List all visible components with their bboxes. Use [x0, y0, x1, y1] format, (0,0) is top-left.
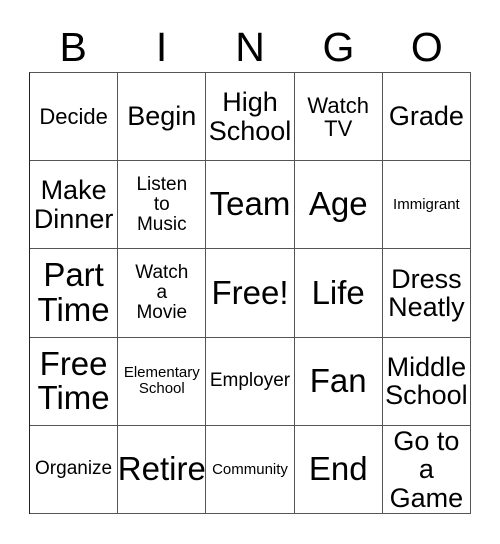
- bingo-cell-r5c3[interactable]: Community: [206, 425, 295, 514]
- bingo-cell-r4c1[interactable]: Free Time: [30, 337, 119, 426]
- bingo-cell-r3c2[interactable]: Watch a Movie: [118, 249, 207, 338]
- bingo-cell-r1c3[interactable]: High School: [206, 73, 295, 162]
- bingo-cell-label: Immigrant: [393, 195, 460, 213]
- bingo-cell-label: Retire: [118, 450, 206, 488]
- bingo-cell-label: Part Time: [37, 256, 110, 328]
- bingo-cell-label: Listen to Music: [136, 173, 188, 235]
- bingo-cell-label: Decide: [39, 104, 108, 130]
- bingo-cell-r4c4[interactable]: Fan: [294, 337, 383, 426]
- bingo-cell-r3c1[interactable]: Part Time: [30, 249, 119, 338]
- bingo-card: B I N G O Decide Begin High School Watch…: [0, 0, 500, 544]
- bingo-cell-r4c5[interactable]: Middle School: [382, 337, 471, 426]
- bingo-cell-r1c4[interactable]: Watch TV: [294, 73, 383, 162]
- bingo-header-letter-i: I: [155, 23, 168, 70]
- bingo-cell-label: Watch TV: [307, 92, 369, 141]
- bingo-cell-label: Go to a Game: [389, 425, 464, 513]
- bingo-cell-r1c2[interactable]: Begin: [118, 73, 207, 162]
- bingo-cell-label: Employer: [209, 370, 291, 392]
- bingo-cell-r3c5[interactable]: Dress Neatly: [382, 249, 471, 338]
- bingo-header-letter-g: G: [322, 23, 355, 70]
- bingo-cell-r4c3[interactable]: Employer: [206, 337, 295, 426]
- bingo-header-letter-b: B: [59, 23, 87, 70]
- bingo-cell-label: Free!: [211, 273, 289, 311]
- bingo-cell-r4c2[interactable]: Elementary School: [118, 337, 207, 426]
- bingo-cell-label: Free Time: [37, 344, 110, 417]
- bingo-cell-label: Grade: [388, 101, 464, 132]
- bingo-cell-free-space[interactable]: Free!: [206, 249, 295, 338]
- bingo-cell-r2c1[interactable]: Make Dinner: [30, 161, 119, 250]
- bingo-cell-label: Community: [212, 460, 288, 478]
- bingo-header-letter-n: N: [235, 23, 265, 70]
- bingo-cell-r2c4[interactable]: Age: [294, 161, 383, 250]
- bingo-cell-r2c2[interactable]: Listen to Music: [118, 161, 207, 250]
- bingo-cell-r1c5[interactable]: Grade: [382, 73, 471, 162]
- bingo-cell-r1c1[interactable]: Decide: [30, 73, 119, 162]
- bingo-header-row: B I N G O: [29, 22, 471, 72]
- bingo-cell-r2c5[interactable]: Immigrant: [382, 161, 471, 250]
- bingo-cell-label: End: [308, 450, 368, 488]
- bingo-cell-r5c5[interactable]: Go to a Game: [382, 425, 471, 514]
- bingo-header-letter-o: O: [410, 23, 443, 70]
- bingo-grid: Decide Begin High School Watch TV Grade …: [29, 72, 471, 514]
- bingo-cell-r5c1[interactable]: Organize: [30, 425, 119, 514]
- bingo-cell-label: Team: [209, 185, 291, 223]
- bingo-cell-r5c2[interactable]: Retire: [118, 425, 207, 514]
- bingo-cell-label: Make Dinner: [33, 175, 114, 234]
- bingo-cell-label: Organize: [35, 458, 113, 480]
- bingo-cell-r5c4[interactable]: End: [294, 425, 383, 514]
- bingo-cell-label: Life: [311, 273, 365, 311]
- bingo-cell-label: Fan: [309, 361, 367, 399]
- bingo-cell-label: Elementary School: [123, 364, 200, 398]
- bingo-cell-label: Dress Neatly: [388, 263, 465, 322]
- bingo-cell-label: Begin: [127, 101, 197, 132]
- bingo-cell-label: Middle School: [385, 351, 468, 411]
- bingo-cell-r2c3[interactable]: Team: [206, 161, 295, 250]
- bingo-cell-r3c4[interactable]: Life: [294, 249, 383, 338]
- bingo-cell-label: High School: [208, 87, 292, 146]
- bingo-cell-label: Age: [308, 185, 368, 223]
- bingo-cell-label: Watch a Movie: [135, 262, 189, 323]
